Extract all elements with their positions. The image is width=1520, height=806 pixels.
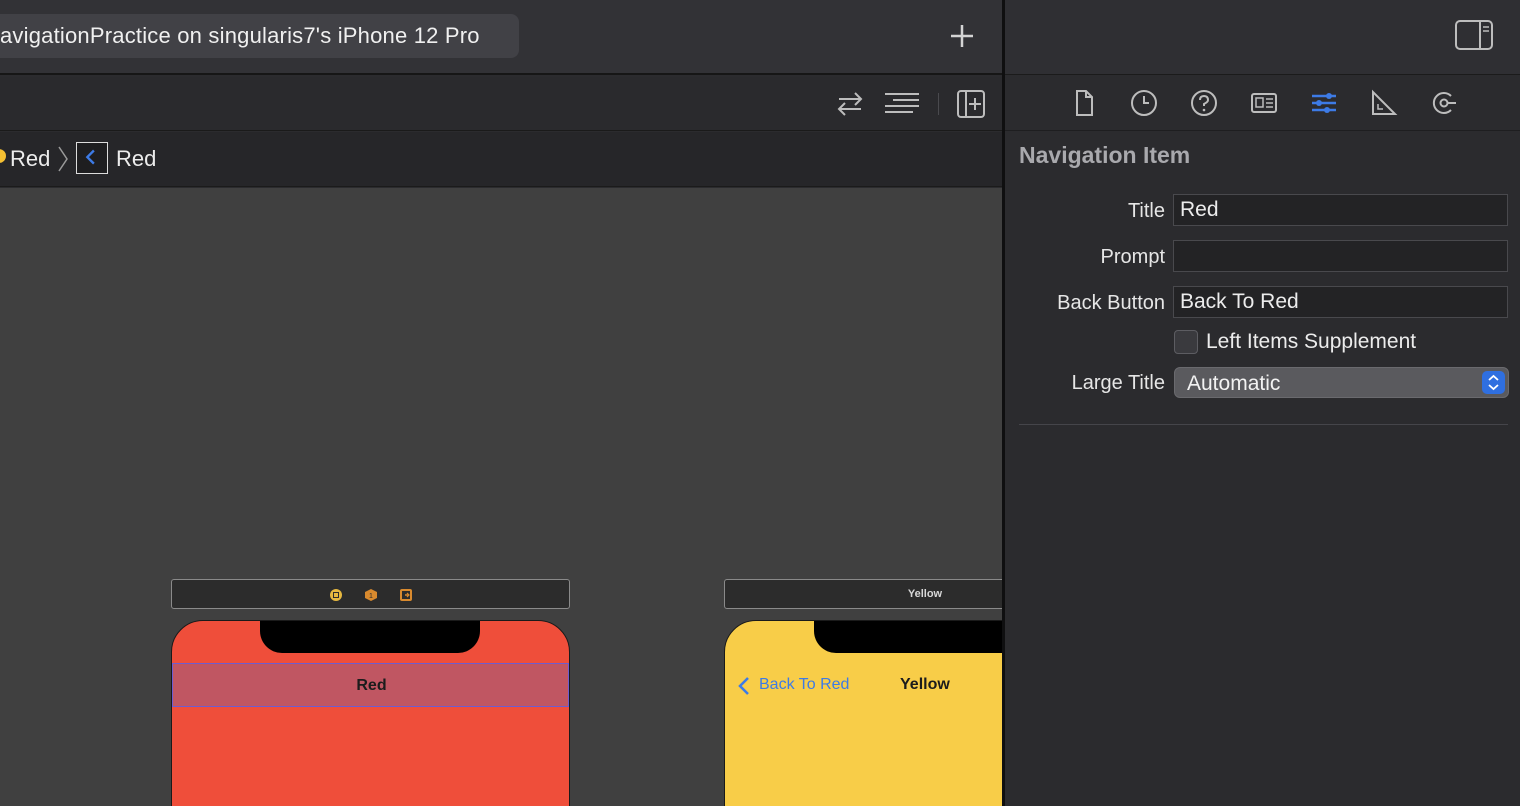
red-scene-dock[interactable]: 1 [171,579,570,609]
back-button-label: Back Button [1057,292,1165,314]
section-title: Navigation Item [1019,142,1191,168]
help-icon[interactable] [1189,88,1219,118]
red-nav-title: Red [356,677,387,694]
left-items-supplement-label[interactable]: Left Items Supplement [1206,330,1416,354]
jumpbar-scene-item[interactable]: Red [10,146,50,172]
select-stepper-icon [1482,371,1505,394]
device-notch [260,621,480,653]
swap-arrows-icon[interactable] [833,87,867,121]
yellow-scene-device[interactable]: Back To Red Yellow [724,620,1002,806]
large-title-value: Automatic [1187,372,1281,395]
navigation-item-icon [76,142,108,174]
title-label: Title [1127,200,1165,222]
back-button-field[interactable]: Back To Red [1173,286,1508,318]
yellow-scene-dock[interactable]: Yellow [724,579,1002,609]
inspector-tabs [1005,76,1520,131]
yellow-scene-dock-label: Yellow [907,588,943,600]
prompt-label: Prompt [1100,246,1165,268]
first-responder-icon[interactable]: 1 [364,588,378,602]
red-scene-device[interactable]: Red [171,620,570,806]
identity-icon[interactable] [1249,88,1279,118]
history-icon[interactable] [1129,88,1159,118]
plus-icon[interactable] [944,18,980,54]
svg-text:1: 1 [369,593,373,600]
red-navigation-bar[interactable]: Red [172,663,569,707]
attributes-icon[interactable] [1309,88,1339,118]
add-editor-icon[interactable] [954,87,988,121]
view-controller-icon[interactable] [329,588,343,602]
scheme-label: avigationPractice on singularis7's iPhon… [0,23,480,48]
breadcrumb-chevron-icon [58,146,68,172]
back-button-label[interactable]: Back To Red [759,676,849,694]
inspector-pane: Navigation Item Title Red Prompt Back Bu… [1005,0,1520,806]
window-titlebar: avigationPractice on singularis7's iPhon… [0,0,1002,75]
toggle-inspector-icon[interactable] [1455,20,1493,50]
jumpbar-navigation-item[interactable]: Red [116,146,156,172]
editor-toolbar [0,77,1002,131]
large-title-select[interactable]: Automatic [1174,367,1509,398]
inspector-header [1005,0,1520,75]
editor-area: avigationPractice on singularis7's iPhon… [0,0,1002,806]
exit-icon[interactable] [399,588,413,602]
size-icon[interactable] [1369,88,1399,118]
large-title-label: Large Title [1071,372,1165,394]
back-chevron-icon [738,677,749,695]
prompt-field[interactable] [1173,240,1508,272]
toolbar-separator [938,93,939,115]
scheme-selector[interactable]: avigationPractice on singularis7's iPhon… [0,14,519,58]
left-items-supplement-checkbox[interactable] [1174,330,1198,354]
file-icon[interactable] [1069,88,1099,118]
connections-icon[interactable] [1429,88,1459,118]
align-lines-icon[interactable] [883,87,921,121]
title-field[interactable]: Red [1173,194,1508,226]
section-separator [1019,424,1508,425]
device-notch [814,621,1002,653]
yellow-nav-title: Yellow [900,676,950,693]
